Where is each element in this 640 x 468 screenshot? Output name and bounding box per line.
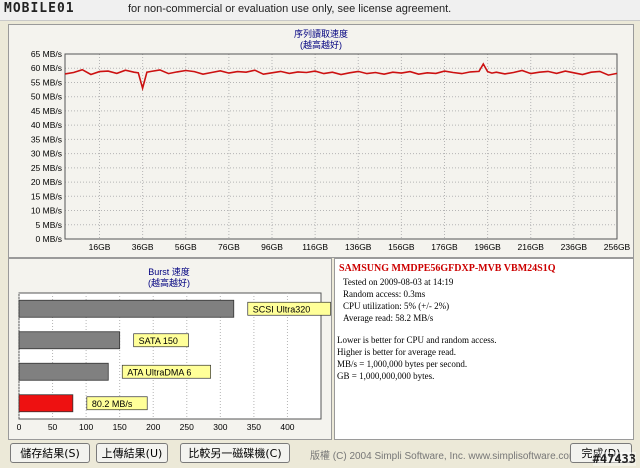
seq-x-tick-label: 236GB [561,242,588,252]
note-higher-better: Higher is better for average read. [337,347,456,357]
drive-model: SAMSUNG MMDPE56GFDXP-MVB VBM24S1Q [339,263,556,274]
seq-plot-frame [64,53,618,240]
seq-y-tick-label: 50 MB/s [31,92,62,102]
seq-y-tick-label: 55 MB/s [31,77,62,87]
cpu-utilization: CPU utilization: 5% (+/- 2%) [343,301,450,311]
burst-x-tick-label: 400 [280,422,294,432]
burst-bar-label: 80.2 MB/s [92,399,133,409]
burst-x-tick-label: 350 [247,422,261,432]
burst-bar-label: ATA UltraDMA 6 [127,367,191,377]
seq-x-tick-label: 36GB [132,242,154,252]
burst-x-tick-label: 250 [180,422,194,432]
seq-grid [65,53,618,240]
seq-y-tick-label: 60 MB/s [31,63,62,73]
seq-y-tick-label: 20 MB/s [31,177,62,187]
seq-x-tick-label: 156GB [388,242,415,252]
seq-chart-title: 序列讀取速度 [294,28,348,39]
seq-x-tick-label: 176GB [431,242,458,252]
burst-bar [18,331,121,350]
average-read: Average read: 58.2 MB/s [343,313,434,323]
upload-results-button[interactable]: 上傳結果(U) [96,443,168,463]
burst-bar [18,362,109,381]
seq-y-tick-label: 10 MB/s [31,206,62,216]
seq-x-tick-label: 16GB [89,242,111,252]
burst-chart-subtitle: (越高越好) [148,277,190,288]
seq-x-tick-label: 56GB [175,242,197,252]
copyright-text: 版權 (C) 2004 Simpli Software, Inc. www.si… [310,451,578,462]
mobile01-logo: MOBILE01 [4,1,75,16]
burst-x-tick-label: 150 [113,422,127,432]
seq-series-line [64,62,618,92]
burst-chart-title: Burst 速度 [148,266,190,277]
seq-x-tick-label: 136GB [345,242,372,252]
burst-x-tick-label: 50 [48,422,58,432]
note-mbs-def: MB/s = 1,000,000 bytes per second. [337,359,468,369]
seq-y-tick-label: 25 MB/s [31,163,62,173]
save-results-button[interactable]: 儲存結果(S) [10,443,90,463]
burst-bar-label: SATA 150 [139,336,178,346]
seq-y-tick-label: 65 MB/s [31,49,62,59]
seq-y-tick-label: 0 MB/s [36,234,62,244]
burst-bar [18,299,235,318]
seq-x-tick-label: 116GB [302,242,328,252]
note-gb-def: GB = 1,000,000,000 bytes. [337,371,435,381]
burst-x-tick-label: 300 [213,422,227,432]
drive-info-panel: SAMSUNG MMDPE56GFDXP-MVB VBM24S1Q Tested… [334,258,634,440]
seq-x-tick-label: 216GB [518,242,545,252]
burst-x-ticks: 0 50 100 150 200 250 300 350 400 [17,422,295,432]
seq-y-tick-label: 15 MB/s [31,191,62,201]
burst-bar [18,394,74,413]
tested-date: Tested on 2009-08-03 at 14:19 [343,277,454,287]
burst-speed-chart: Burst 速度 (越高越好) SCSI Ultra320 SATA 150 ATA… [17,266,331,432]
seq-x-tick-label: 76GB [218,242,240,252]
seq-y-tick-label: 40 MB/s [31,120,62,130]
sequential-read-chart: 序列讀取速度 (越高越好) 0 MB/s 5 MB/s 10 MB/s 15 MB/s… [31,28,631,252]
title-bar: MOBILE01 for non-commercial or evaluatio… [0,0,640,21]
seq-y-tick-label: 5 MB/s [36,220,62,230]
burst-x-tick-label: 200 [146,422,160,432]
seq-y-tick-label: 35 MB/s [31,134,62,144]
seq-chart-subtitle: (越高越好) [300,39,342,50]
burst-x-tick-label: 100 [79,422,93,432]
compare-drive-button[interactable]: 比較另一磁碟機(C) [180,443,290,463]
burst-bar-label: SCSI Ultra320 [253,304,311,314]
note-lower-better: Lower is better for CPU and random acces… [337,335,497,345]
burst-speed-panel: Burst 速度 (越高越好) SCSI Ultra320 SATA 150 ATA… [8,258,332,440]
burst-x-tick-label: 0 [17,422,22,432]
random-access: Random access: 0.3ms [343,289,426,299]
seq-x-tick-label: 96GB [261,242,283,252]
seq-x-tick-label: 256GB [604,242,631,252]
license-notice: for non-commercial or evaluation use onl… [128,3,452,15]
seq-y-tick-label: 30 MB/s [31,149,62,159]
seq-y-tick-label: 45 MB/s [31,106,62,116]
seq-y-ticks: 0 MB/s 5 MB/s 10 MB/s 15 MB/s 20 MB/s 25 MB/s… [31,49,62,244]
seq-x-tick-label: 196GB [474,242,501,252]
seq-x-ticks: 16GB 36GB 56GB 76GB 96GB 116GB 136GB 156GB 176GB… [89,242,631,252]
watermark: #47433 [592,452,636,466]
sequential-read-panel: 序列讀取速度 (越高越好) 0 MB/s 5 MB/s 10 MB/s 15 MB/s… [8,24,634,258]
